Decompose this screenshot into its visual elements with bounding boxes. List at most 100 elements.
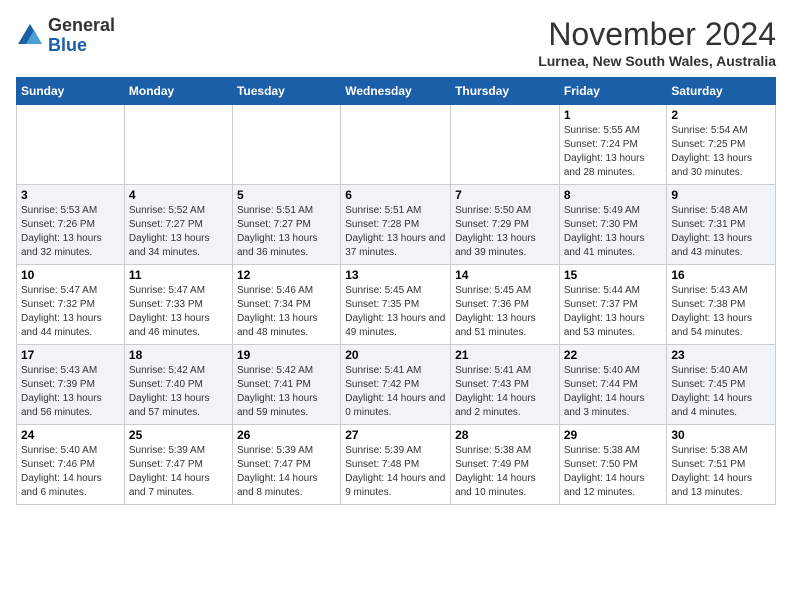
day-info: Sunrise: 5:40 AMSunset: 7:45 PMDaylight:… xyxy=(671,364,771,420)
day-number: 21 xyxy=(455,348,555,362)
day-info: Sunrise: 5:39 AMSunset: 7:47 PMDaylight:… xyxy=(129,444,228,500)
calendar-header-row: SundayMondayTuesdayWednesdayThursdayFrid… xyxy=(17,78,776,105)
weekday-header: Thursday xyxy=(451,78,560,105)
day-info: Sunrise: 5:51 AMSunset: 7:28 PMDaylight:… xyxy=(345,204,446,260)
logo-blue-text: Blue xyxy=(48,35,87,55)
day-info: Sunrise: 5:45 AMSunset: 7:35 PMDaylight:… xyxy=(345,284,446,340)
day-info: Sunrise: 5:38 AMSunset: 7:51 PMDaylight:… xyxy=(671,444,771,500)
day-info: Sunrise: 5:48 AMSunset: 7:31 PMDaylight:… xyxy=(671,204,771,260)
day-info: Sunrise: 5:39 AMSunset: 7:48 PMDaylight:… xyxy=(345,444,446,500)
calendar-cell: 1Sunrise: 5:55 AMSunset: 7:24 PMDaylight… xyxy=(559,105,667,185)
day-number: 6 xyxy=(345,188,446,202)
calendar-cell: 4 Sunrise: 5:52 AMSunset: 7:27 PMDaylight… xyxy=(124,185,232,265)
calendar-cell: 3 Sunrise: 5:53 AMSunset: 7:26 PMDaylight… xyxy=(17,185,125,265)
page-header: General Blue November 2024 Lurnea, New S… xyxy=(16,16,776,69)
day-number: 13 xyxy=(345,268,446,282)
weekday-header: Monday xyxy=(124,78,232,105)
calendar-cell: 10 Sunrise: 5:47 AMSunset: 7:32 PMDayligh… xyxy=(17,265,125,345)
day-info: Sunrise: 5:38 AMSunset: 7:49 PMDaylight:… xyxy=(455,444,555,500)
day-info: Sunrise: 5:43 AMSunset: 7:39 PMDaylight:… xyxy=(21,364,120,420)
month-title: November 2024 xyxy=(538,16,776,53)
weekday-header: Friday xyxy=(559,78,667,105)
day-info: Sunrise: 5:39 AMSunset: 7:47 PMDaylight:… xyxy=(237,444,336,500)
day-number: 19 xyxy=(237,348,336,362)
day-number: 2 xyxy=(671,108,771,122)
day-number: 18 xyxy=(129,348,228,362)
calendar-cell xyxy=(451,105,560,185)
day-number: 9 xyxy=(671,188,771,202)
day-info: Sunrise: 5:41 AMSunset: 7:43 PMDaylight:… xyxy=(455,364,555,420)
weekday-header: Sunday xyxy=(17,78,125,105)
calendar-week-row: 1Sunrise: 5:55 AMSunset: 7:24 PMDaylight… xyxy=(17,105,776,185)
calendar-cell: 16Sunrise: 5:43 AMSunset: 7:38 PMDayligh… xyxy=(667,265,776,345)
calendar-cell: 21 Sunrise: 5:41 AMSunset: 7:43 PMDayligh… xyxy=(451,345,560,425)
calendar-week-row: 10 Sunrise: 5:47 AMSunset: 7:32 PMDayligh… xyxy=(17,265,776,345)
calendar-cell xyxy=(341,105,451,185)
day-number: 11 xyxy=(129,268,228,282)
calendar-cell xyxy=(17,105,125,185)
calendar-cell: 11 Sunrise: 5:47 AMSunset: 7:33 PMDayligh… xyxy=(124,265,232,345)
weekday-header: Tuesday xyxy=(232,78,340,105)
calendar-week-row: 24 Sunrise: 5:40 AMSunset: 7:46 PMDayligh… xyxy=(17,425,776,505)
logo: General Blue xyxy=(16,16,115,56)
day-info: Sunrise: 5:54 AMSunset: 7:25 PMDaylight:… xyxy=(671,124,771,180)
day-info: Sunrise: 5:41 AMSunset: 7:42 PMDaylight:… xyxy=(345,364,446,420)
day-number: 14 xyxy=(455,268,555,282)
day-number: 27 xyxy=(345,428,446,442)
calendar-cell: 17 Sunrise: 5:43 AMSunset: 7:39 PMDayligh… xyxy=(17,345,125,425)
day-number: 3 xyxy=(21,188,120,202)
day-info: Sunrise: 5:49 AMSunset: 7:30 PMDaylight:… xyxy=(564,204,663,260)
calendar-cell: 9 Sunrise: 5:48 AMSunset: 7:31 PMDaylight… xyxy=(667,185,776,265)
calendar-table: SundayMondayTuesdayWednesdayThursdayFrid… xyxy=(16,77,776,505)
day-info: Sunrise: 5:53 AMSunset: 7:26 PMDaylight:… xyxy=(21,204,120,260)
day-number: 5 xyxy=(237,188,336,202)
day-number: 10 xyxy=(21,268,120,282)
day-info: Sunrise: 5:38 AMSunset: 7:50 PMDaylight:… xyxy=(564,444,663,500)
calendar-cell: 29 Sunrise: 5:38 AMSunset: 7:50 PMDayligh… xyxy=(559,425,667,505)
calendar-cell: 7Sunrise: 5:50 AMSunset: 7:29 PMDaylight… xyxy=(451,185,560,265)
calendar-cell: 14 Sunrise: 5:45 AMSunset: 7:36 PMDayligh… xyxy=(451,265,560,345)
day-info: Sunrise: 5:51 AMSunset: 7:27 PMDaylight:… xyxy=(237,204,336,260)
day-info: Sunrise: 5:43 AMSunset: 7:38 PMDaylight:… xyxy=(671,284,771,340)
day-number: 26 xyxy=(237,428,336,442)
day-number: 12 xyxy=(237,268,336,282)
day-number: 23 xyxy=(671,348,771,362)
calendar-cell: 20Sunrise: 5:41 AMSunset: 7:42 PMDayligh… xyxy=(341,345,451,425)
calendar-cell: 27 Sunrise: 5:39 AMSunset: 7:48 PMDayligh… xyxy=(341,425,451,505)
calendar-cell: 2 Sunrise: 5:54 AMSunset: 7:25 PMDaylight… xyxy=(667,105,776,185)
title-block: November 2024 Lurnea, New South Wales, A… xyxy=(538,16,776,69)
day-number: 28 xyxy=(455,428,555,442)
day-info: Sunrise: 5:55 AMSunset: 7:24 PMDaylight:… xyxy=(564,124,663,180)
calendar-cell: 15 Sunrise: 5:44 AMSunset: 7:37 PMDayligh… xyxy=(559,265,667,345)
calendar-week-row: 17 Sunrise: 5:43 AMSunset: 7:39 PMDayligh… xyxy=(17,345,776,425)
calendar-week-row: 3 Sunrise: 5:53 AMSunset: 7:26 PMDaylight… xyxy=(17,185,776,265)
day-info: Sunrise: 5:42 AMSunset: 7:41 PMDaylight:… xyxy=(237,364,336,420)
day-number: 17 xyxy=(21,348,120,362)
calendar-cell: 25Sunrise: 5:39 AMSunset: 7:47 PMDayligh… xyxy=(124,425,232,505)
day-number: 4 xyxy=(129,188,228,202)
day-number: 24 xyxy=(21,428,120,442)
calendar-cell: 8 Sunrise: 5:49 AMSunset: 7:30 PMDaylight… xyxy=(559,185,667,265)
day-info: Sunrise: 5:50 AMSunset: 7:29 PMDaylight:… xyxy=(455,204,555,260)
day-info: Sunrise: 5:45 AMSunset: 7:36 PMDaylight:… xyxy=(455,284,555,340)
day-info: Sunrise: 5:52 AMSunset: 7:27 PMDaylight:… xyxy=(129,204,228,260)
calendar-cell: 26 Sunrise: 5:39 AMSunset: 7:47 PMDayligh… xyxy=(232,425,340,505)
day-info: Sunrise: 5:40 AMSunset: 7:46 PMDaylight:… xyxy=(21,444,120,500)
day-info: Sunrise: 5:47 AMSunset: 7:32 PMDaylight:… xyxy=(21,284,120,340)
calendar-cell xyxy=(124,105,232,185)
calendar-cell: 5 Sunrise: 5:51 AMSunset: 7:27 PMDaylight… xyxy=(232,185,340,265)
logo-icon xyxy=(16,22,44,50)
day-info: Sunrise: 5:44 AMSunset: 7:37 PMDaylight:… xyxy=(564,284,663,340)
day-info: Sunrise: 5:46 AMSunset: 7:34 PMDaylight:… xyxy=(237,284,336,340)
day-info: Sunrise: 5:42 AMSunset: 7:40 PMDaylight:… xyxy=(129,364,228,420)
calendar-cell: 12 Sunrise: 5:46 AMSunset: 7:34 PMDayligh… xyxy=(232,265,340,345)
day-number: 15 xyxy=(564,268,663,282)
calendar-cell: 22Sunrise: 5:40 AMSunset: 7:44 PMDayligh… xyxy=(559,345,667,425)
day-info: Sunrise: 5:40 AMSunset: 7:44 PMDaylight:… xyxy=(564,364,663,420)
calendar-cell: 24 Sunrise: 5:40 AMSunset: 7:46 PMDayligh… xyxy=(17,425,125,505)
day-number: 29 xyxy=(564,428,663,442)
calendar-cell: 6 Sunrise: 5:51 AMSunset: 7:28 PMDaylight… xyxy=(341,185,451,265)
calendar-cell: 30Sunrise: 5:38 AMSunset: 7:51 PMDayligh… xyxy=(667,425,776,505)
day-number: 8 xyxy=(564,188,663,202)
day-info: Sunrise: 5:47 AMSunset: 7:33 PMDaylight:… xyxy=(129,284,228,340)
